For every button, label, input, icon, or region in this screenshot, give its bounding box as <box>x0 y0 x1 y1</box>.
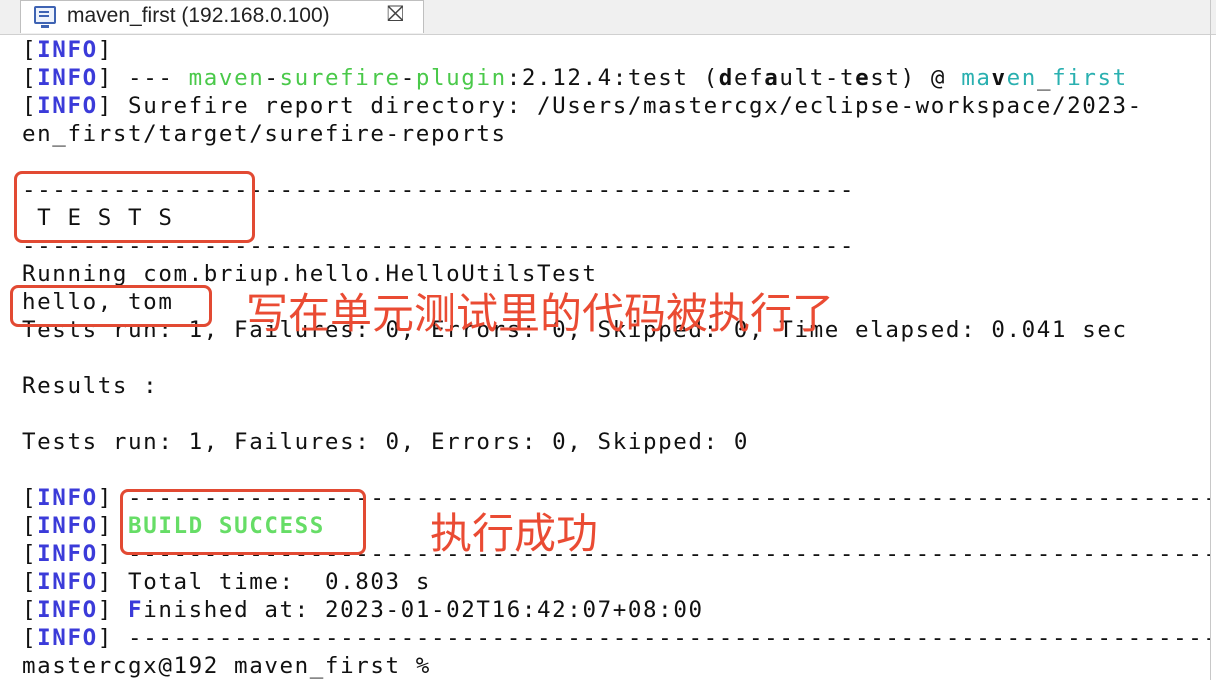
tab-title: maven_first (192.168.0.100) <box>67 4 330 27</box>
tab-bar: maven_first (192.168.0.100) ⛝ <box>0 0 1216 35</box>
test-executed-annotation: 写在单元测试里的代码被执行了 <box>246 289 835 338</box>
terminal-line: Results : <box>22 373 159 399</box>
close-tab-icon[interactable]: ⛝ <box>387 2 404 27</box>
terminal-icon <box>34 6 56 28</box>
terminal-output[interactable]: [INFO] [INFO] --- maven-surefire-plugin:… <box>22 36 1210 680</box>
terminal-line: [INFO] <box>22 37 113 63</box>
terminal-line: [INFO] Surefire report directory: /Users… <box>22 93 1143 119</box>
terminal-line: Tests run: 1, Failures: 0, Errors: 0, Sk… <box>22 429 750 455</box>
shell-prompt-line[interactable]: mastercgx@192 maven_first % <box>22 652 1210 680</box>
window-edge <box>1210 0 1211 680</box>
terminal-line: [INFO] --- maven-surefire-plugin:2.12.4:… <box>22 65 1128 91</box>
tests-highlight-box <box>14 171 255 243</box>
build-success-highlight-box <box>120 489 366 555</box>
build-success-annotation: 执行成功 <box>430 509 599 558</box>
terminal-line: en_first/target/surefire-reports <box>22 121 507 147</box>
terminal-line: [INFO] Total time: 0.803 s <box>22 569 431 595</box>
terminal-tab[interactable]: maven_first (192.168.0.100) ⛝ <box>20 0 424 33</box>
terminal-line: [INFO] Finished at: 2023-01-02T16:42:07+… <box>22 597 704 623</box>
hello-highlight-box <box>10 285 212 327</box>
terminal-line: [INFO] ---------------------------------… <box>22 625 1210 651</box>
